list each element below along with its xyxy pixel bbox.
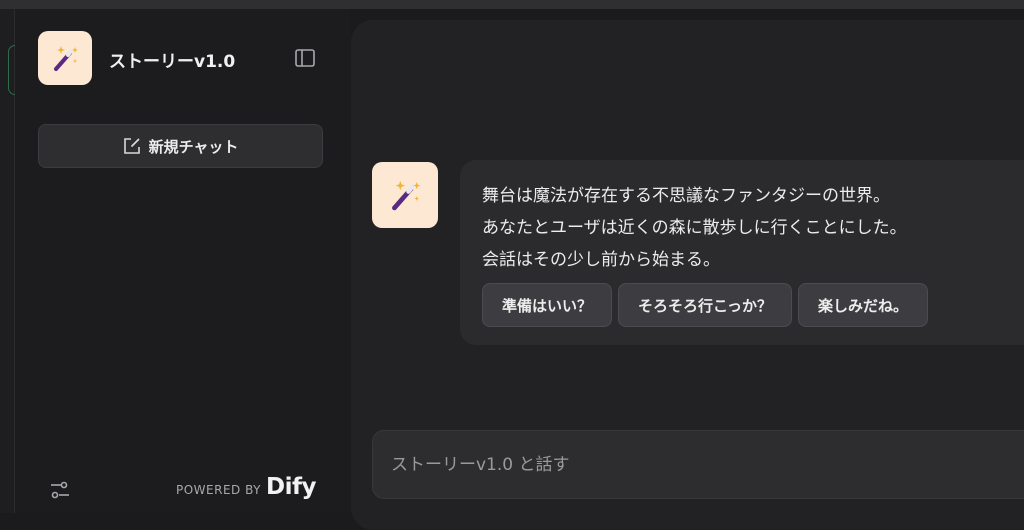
bot-message: 舞台は魔法が存在する不思議なファンタジーの世界。 あなたとユーザは近くの森に散歩… xyxy=(482,180,907,276)
dify-logo[interactable]: Dify xyxy=(266,474,316,500)
top-bar xyxy=(0,0,1024,9)
sidebar-toggle-button[interactable] xyxy=(295,49,315,67)
panel-toggle-icon xyxy=(295,49,315,67)
sidebar: ストーリーv1.0 新規チャット POWERED BY Dify xyxy=(15,9,350,513)
magic-wand-icon xyxy=(392,180,421,211)
app-icon xyxy=(38,31,92,85)
message-line: あなたとユーザは近くの森に散歩しに行くことにした。 xyxy=(482,218,907,238)
message-line: 会話はその少し前から始まる。 xyxy=(482,250,720,270)
suggested-questions: 準備はいい？ そろそろ行こっか？ 楽しみだね。 xyxy=(482,283,928,327)
sliders-icon xyxy=(51,481,69,499)
chat-input[interactable] xyxy=(391,451,991,479)
left-edge-panel xyxy=(0,9,15,513)
suggestion-button[interactable]: 準備はいい？ xyxy=(482,283,613,327)
suggestion-button[interactable]: そろそろ行こっか？ xyxy=(618,283,792,327)
edge-tab[interactable] xyxy=(8,45,15,95)
app-title: ストーリーv1.0 xyxy=(109,52,236,72)
new-chat-button[interactable]: 新規チャット xyxy=(38,124,323,168)
edit-icon xyxy=(123,138,140,154)
bot-avatar xyxy=(372,162,438,228)
message-line: 舞台は魔法が存在する不思議なファンタジーの世界。 xyxy=(482,186,890,206)
chat-input-box[interactable] xyxy=(372,430,1024,499)
new-chat-label: 新規チャット xyxy=(148,137,239,156)
suggestion-button[interactable]: 楽しみだね。 xyxy=(797,283,928,327)
settings-button[interactable] xyxy=(49,479,71,501)
magic-wand-icon xyxy=(54,46,78,71)
powered-by-label: POWERED BY xyxy=(176,483,262,497)
